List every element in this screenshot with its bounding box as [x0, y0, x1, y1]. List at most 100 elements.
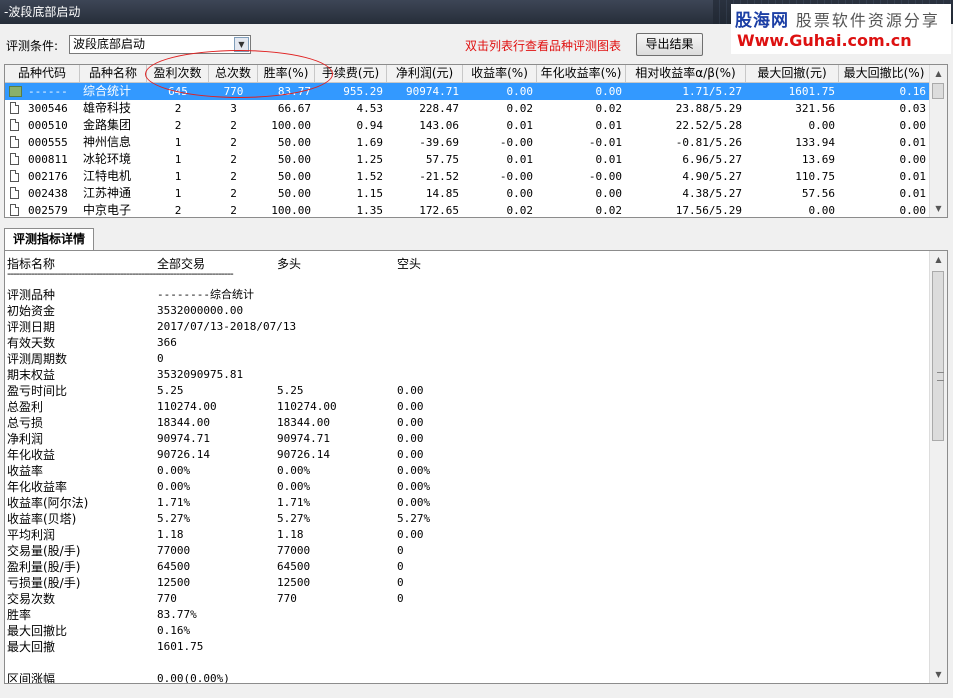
cell-alpha-beta: 4.38/5.27 — [682, 187, 742, 200]
column-header-annual-return[interactable]: 年化收益率(%) — [537, 65, 626, 82]
watermark-url: Www.Guhai.com.cn — [737, 31, 912, 50]
column-header-return[interactable]: 收益率(%) — [463, 65, 537, 82]
detail-value: 0.00 — [397, 432, 424, 445]
table-row[interactable]: 002438 江苏神通 1 2 50.00 1.15 14.85 0.00 0.00 4.38/5… — [5, 185, 930, 202]
tab-strip: 评测指标详情 — [4, 228, 948, 251]
details-scrollbar[interactable]: ▲ ▼ — [929, 251, 947, 683]
cell-code: 002176 — [28, 170, 68, 183]
chevron-down-icon[interactable]: ▼ — [234, 37, 249, 52]
detail-metric-name: 平均利润 — [7, 528, 56, 542]
table-row[interactable]: 300546 雄帝科技 2 3 66.67 4.53 228.47 0.02 0.02 23.88… — [5, 100, 930, 117]
cell-netprofit: -39.69 — [419, 136, 459, 149]
table-row[interactable]: 000811 冰轮环境 1 2 50.00 1.25 57.75 0.01 0.01 6.96/5… — [5, 151, 930, 168]
detail-metric-name: 最大回撤 — [7, 640, 56, 654]
detail-value: 18344.00 — [157, 416, 210, 429]
criteria-select[interactable]: 波段底部启动 ▼ — [69, 35, 251, 54]
column-header-wins[interactable]: 盈利次数 — [147, 65, 209, 82]
results-table[interactable]: 品种代码 品种名称 盈利次数 总次数 胜率(%) 手续费(元) 净利润(元) 收益率(%) 年化… — [4, 64, 948, 218]
scroll-down-icon[interactable]: ▼ — [930, 666, 947, 683]
column-header-winrate[interactable]: 胜率(%) — [258, 65, 315, 82]
cell-name: 神州信息 — [83, 135, 132, 149]
status-strip — [0, 684, 953, 698]
scroll-thumb[interactable] — [932, 83, 944, 99]
cell-netprofit: 14.85 — [425, 187, 459, 200]
cell-total: 2 — [230, 170, 237, 183]
detail-value: 90974.71 — [157, 432, 210, 445]
detail-metric-name: 收益率 — [7, 464, 44, 478]
detail-row: 有效天数 366 — [5, 335, 930, 351]
cell-winrate: 50.00 — [277, 153, 311, 166]
cell-name: 综合统计 — [83, 84, 132, 98]
cell-netprofit: -21.52 — [419, 170, 459, 183]
tab-evaluation-details[interactable]: 评测指标详情 — [4, 228, 94, 250]
cell-max-drawdown-ratio: 0.16 — [899, 85, 927, 98]
scroll-up-icon[interactable]: ▲ — [930, 251, 947, 268]
column-header-netprofit[interactable]: 净利润(元) — [387, 65, 463, 82]
cell-total: 3 — [230, 102, 237, 115]
column-header-max-drawdown[interactable]: 最大回撤(元) — [746, 65, 839, 82]
detail-row: 评测品种 --------综合统计 — [5, 287, 930, 303]
detail-row — [5, 655, 930, 671]
detail-value: 770 — [277, 592, 297, 605]
export-results-button[interactable]: 导出结果 — [636, 33, 703, 56]
cell-return: 0.00 — [506, 187, 534, 200]
column-header-alpha-beta[interactable]: 相对收益率α/β(%) — [626, 65, 746, 82]
cell-max-drawdown-ratio: 0.01 — [899, 187, 927, 200]
cell-total: 2 — [230, 153, 237, 166]
detail-value: 0.00% — [397, 480, 431, 493]
column-header-name[interactable]: 品种名称 — [80, 65, 147, 82]
column-header-total[interactable]: 总次数 — [209, 65, 258, 82]
cell-annual-return: 0.02 — [595, 204, 623, 217]
detail-value: 0.00 — [397, 384, 424, 397]
scroll-up-icon[interactable]: ▲ — [930, 65, 947, 82]
table-row[interactable]: 000510 金路集团 2 2 100.00 0.94 143.06 0.01 0.01 22.5… — [5, 117, 930, 134]
cell-total: 2 — [230, 136, 237, 149]
table-row[interactable]: ------ 综合统计 645 770 83.77 955.29 90974.71 0.00 0… — [5, 83, 930, 100]
double-click-hint: 双击列表行查看品种评测图表 — [465, 39, 622, 53]
detail-value: 12500 — [157, 576, 191, 589]
cell-fee: 1.15 — [356, 187, 384, 200]
column-header-code[interactable]: 品种代码 — [5, 65, 80, 82]
cell-max-drawdown: 0.00 — [808, 204, 836, 217]
column-header-fee[interactable]: 手续费(元) — [315, 65, 387, 82]
detail-value: 1.18 — [277, 528, 304, 541]
scroll-thumb[interactable] — [932, 271, 944, 441]
detail-value: 5.27% — [277, 512, 311, 525]
scroll-down-icon[interactable]: ▼ — [930, 200, 947, 217]
watermark-brand: 股海网 — [735, 11, 789, 31]
detail-value: 0.00% — [277, 464, 311, 477]
cell-winrate: 100.00 — [271, 119, 311, 132]
cell-max-drawdown: 110.75 — [795, 170, 835, 183]
detail-value: 110274.00 — [277, 400, 337, 413]
table-row[interactable]: 000555 神州信息 1 2 50.00 1.69 -39.69 -0.00 -0.01 -0.… — [5, 134, 930, 151]
detail-value: 5.25 — [157, 384, 184, 397]
document-icon — [10, 170, 19, 182]
detail-value: 18344.00 — [277, 416, 330, 429]
detail-metric-name: 收益率(阿尔法) — [7, 496, 89, 510]
detail-metric-name: 有效天数 — [7, 336, 56, 350]
watermark-line1: 股海网 股票软件资源分享 — [735, 6, 940, 31]
cell-annual-return: 0.02 — [595, 102, 623, 115]
table-row[interactable]: 002579 中京电子 2 2 100.00 1.35 172.65 0.02 0.02 17.5… — [5, 202, 930, 217]
detail-metric-name: 评测日期 — [7, 320, 56, 334]
cell-max-drawdown: 13.69 — [801, 153, 835, 166]
cell-netprofit: 90974.71 — [406, 85, 459, 98]
detail-value: 0.00% — [157, 480, 191, 493]
detail-metric-name: 胜率 — [7, 608, 32, 622]
cell-return: -0.00 — [499, 136, 533, 149]
cell-return: 0.00 — [506, 85, 534, 98]
cell-alpha-beta: 23.88/5.29 — [675, 102, 742, 115]
table-scrollbar[interactable]: ▲ ▼ — [929, 65, 947, 217]
detail-value: --------综合统计 — [157, 288, 254, 301]
detail-row: 期末权益 3532090975.81 — [5, 367, 930, 383]
table-row[interactable]: 002176 江特电机 1 2 50.00 1.52 -21.52 -0.00 -0.00 4.9… — [5, 168, 930, 185]
detail-value: 0.00% — [397, 464, 431, 477]
detail-metric-name: 净利润 — [7, 432, 44, 446]
column-header-max-drawdown-ratio[interactable]: 最大回撤比(%) — [839, 65, 930, 82]
cell-alpha-beta: 1.71/5.27 — [682, 85, 742, 98]
document-icon — [10, 119, 19, 131]
cell-code: 000555 — [28, 136, 68, 149]
cell-code: 002579 — [28, 204, 68, 217]
detail-metric-name: 年化收益率 — [7, 480, 68, 494]
cell-winrate: 50.00 — [277, 170, 311, 183]
